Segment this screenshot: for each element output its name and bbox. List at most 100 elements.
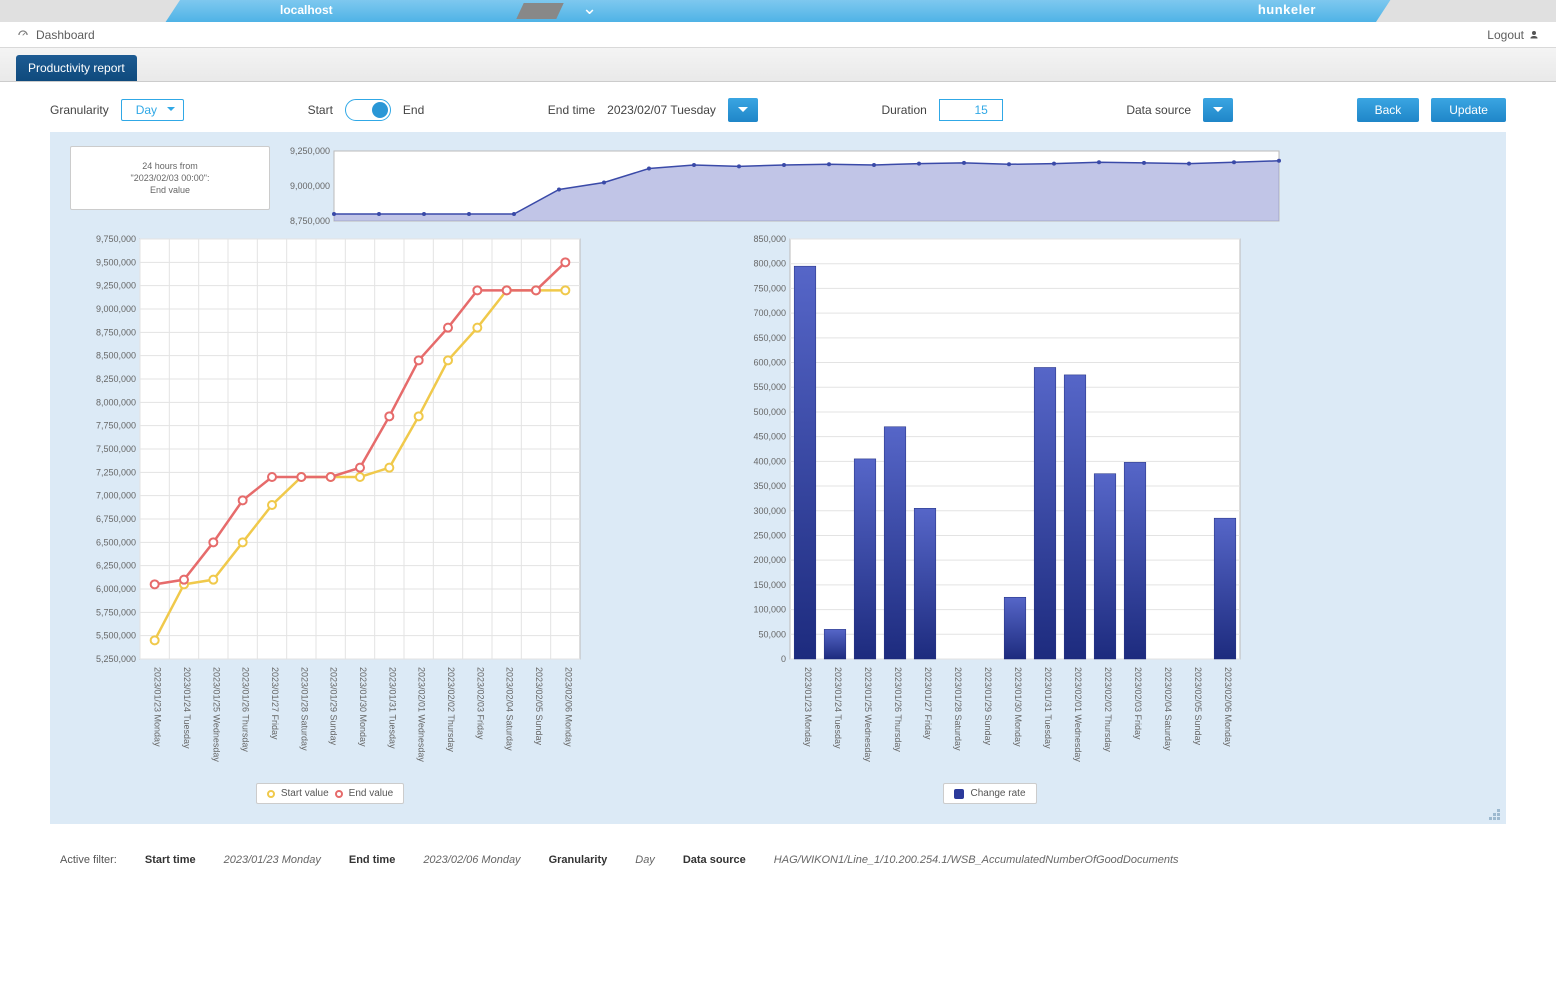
svg-text:100,000: 100,000: [753, 605, 786, 615]
svg-text:2023/02/01 Wednesday: 2023/02/01 Wednesday: [417, 667, 427, 762]
end-value-marker-icon: [335, 790, 343, 798]
svg-text:550,000: 550,000: [753, 382, 786, 392]
svg-text:6,000,000: 6,000,000: [96, 584, 136, 594]
resize-grip-icon[interactable]: [1488, 808, 1500, 820]
svg-text:9,750,000: 9,750,000: [96, 234, 136, 244]
logout-link[interactable]: Logout: [1487, 28, 1540, 42]
granularity-label: Granularity: [50, 103, 109, 117]
svg-text:9,250,000: 9,250,000: [96, 281, 136, 291]
svg-text:6,750,000: 6,750,000: [96, 514, 136, 524]
duration-label: Duration: [881, 103, 926, 117]
svg-text:2023/01/29 Sunday: 2023/01/29 Sunday: [329, 667, 339, 746]
footer-end-time-label: End time: [349, 854, 395, 866]
change-rate-bar-chart: 050,000100,000150,000200,000250,000300,0…: [730, 234, 1250, 774]
end-time-value: 2023/02/07 Tuesday: [607, 103, 716, 117]
svg-text:2023/02/04 Saturday: 2023/02/04 Saturday: [505, 667, 515, 751]
svg-text:2023/01/31 Tuesday: 2023/01/31 Tuesday: [1043, 667, 1053, 749]
svg-text:9,000,000: 9,000,000: [290, 181, 330, 191]
datasource-label: Data source: [1126, 103, 1191, 117]
svg-text:200,000: 200,000: [753, 555, 786, 565]
svg-text:5,750,000: 5,750,000: [96, 607, 136, 617]
update-button[interactable]: Update: [1431, 98, 1506, 122]
svg-text:2023/01/27 Friday: 2023/01/27 Friday: [923, 667, 933, 740]
active-filter-footer: Active filter: Start time 2023/01/23 Mon…: [0, 840, 1556, 880]
svg-text:6,250,000: 6,250,000: [96, 561, 136, 571]
bar-chart-legend: Change rate: [943, 783, 1036, 804]
footer-datasource-value: HAG/WIKON1/Line_1/10.200.254.1/WSB_Accum…: [774, 854, 1179, 866]
svg-text:2023/01/26 Thursday: 2023/01/26 Thursday: [241, 667, 251, 752]
gauge-icon: [16, 28, 30, 42]
svg-text:2023/02/01 Wednesday: 2023/02/01 Wednesday: [1073, 667, 1083, 762]
end-label: End: [403, 103, 424, 117]
svg-text:2023/01/25 Wednesday: 2023/01/25 Wednesday: [863, 667, 873, 762]
svg-text:300,000: 300,000: [753, 506, 786, 516]
svg-text:150,000: 150,000: [753, 580, 786, 590]
start-value-marker-icon: [267, 790, 275, 798]
chevron-down-icon[interactable]: ⌄: [582, 0, 597, 19]
charts-panel: 24 hours from "2023/02/03 00:00": End va…: [50, 132, 1506, 824]
svg-text:7,000,000: 7,000,000: [96, 491, 136, 501]
svg-text:9,250,000: 9,250,000: [290, 146, 330, 156]
svg-text:2023/01/28 Saturday: 2023/01/28 Saturday: [299, 667, 309, 751]
svg-text:8,500,000: 8,500,000: [96, 351, 136, 361]
line-chart-legend: Start value End value: [256, 783, 404, 804]
end-time-label: End time: [548, 103, 595, 117]
datasource-dropdown[interactable]: [1203, 98, 1233, 122]
svg-text:7,250,000: 7,250,000: [96, 467, 136, 477]
footer-granularity-value: Day: [635, 854, 655, 866]
svg-text:7,500,000: 7,500,000: [96, 444, 136, 454]
start-label: Start: [308, 103, 333, 117]
svg-text:250,000: 250,000: [753, 530, 786, 540]
footer-datasource-label: Data source: [683, 854, 746, 866]
svg-text:8,250,000: 8,250,000: [96, 374, 136, 384]
svg-text:2023/01/30 Monday: 2023/01/30 Monday: [1013, 667, 1023, 747]
duration-input[interactable]: 15: [939, 99, 1003, 121]
footer-granularity-label: Granularity: [549, 854, 608, 866]
svg-text:9,000,000: 9,000,000: [96, 304, 136, 314]
back-button[interactable]: Back: [1357, 98, 1420, 122]
svg-text:7,750,000: 7,750,000: [96, 421, 136, 431]
start-end-line-chart: 5,250,0005,500,0005,750,0006,000,0006,25…: [70, 234, 590, 774]
svg-text:2023/01/24 Tuesday: 2023/01/24 Tuesday: [833, 667, 843, 749]
svg-text:700,000: 700,000: [753, 308, 786, 318]
overview-chart: 8,750,000 9,000,000 9,250,000: [284, 146, 1284, 226]
svg-text:2023/01/25 Wednesday: 2023/01/25 Wednesday: [211, 667, 221, 762]
svg-text:5,250,000: 5,250,000: [96, 654, 136, 664]
svg-text:8,750,000: 8,750,000: [290, 216, 330, 226]
info-box: 24 hours from "2023/02/03 00:00": End va…: [70, 146, 270, 210]
host-label: localhost: [280, 3, 333, 17]
end-time-dropdown[interactable]: [728, 98, 758, 122]
svg-text:500,000: 500,000: [753, 407, 786, 417]
svg-text:6,500,000: 6,500,000: [96, 537, 136, 547]
granularity-select[interactable]: Day: [121, 99, 184, 121]
svg-text:750,000: 750,000: [753, 283, 786, 293]
svg-text:2023/01/30 Monday: 2023/01/30 Monday: [358, 667, 368, 747]
start-end-toggle[interactable]: [345, 99, 391, 121]
active-filter-label: Active filter:: [60, 854, 117, 866]
dashboard-link[interactable]: Dashboard: [16, 28, 95, 42]
svg-text:2023/02/02 Thursday: 2023/02/02 Thursday: [1103, 667, 1113, 752]
footer-end-time-value: 2023/02/06 Monday: [423, 854, 520, 866]
svg-text:2023/02/05 Sunday: 2023/02/05 Sunday: [1193, 667, 1203, 746]
svg-text:450,000: 450,000: [753, 432, 786, 442]
tab-placeholder-icon: [516, 3, 563, 19]
top-banner: localhost ⌄ hunkeler: [0, 0, 1556, 22]
user-icon: [1528, 29, 1540, 41]
footer-start-time-value: 2023/01/23 Monday: [224, 854, 321, 866]
breadcrumb-row: Dashboard Logout: [0, 22, 1556, 48]
svg-text:2023/01/29 Sunday: 2023/01/29 Sunday: [983, 667, 993, 746]
svg-text:2023/01/23 Monday: 2023/01/23 Monday: [153, 667, 163, 747]
tab-productivity-report[interactable]: Productivity report: [16, 55, 137, 81]
tab-bar: Productivity report: [0, 48, 1556, 82]
filter-controls: Granularity Day Start End End time 2023/…: [50, 98, 1506, 122]
svg-text:2023/02/06 Monday: 2023/02/06 Monday: [1223, 667, 1233, 747]
svg-text:8,750,000: 8,750,000: [96, 327, 136, 337]
svg-text:650,000: 650,000: [753, 333, 786, 343]
svg-text:9,500,000: 9,500,000: [96, 257, 136, 267]
svg-text:2023/02/05 Sunday: 2023/02/05 Sunday: [534, 667, 544, 746]
svg-text:2023/02/04 Saturday: 2023/02/04 Saturday: [1163, 667, 1173, 751]
svg-text:600,000: 600,000: [753, 358, 786, 368]
svg-text:800,000: 800,000: [753, 259, 786, 269]
svg-text:2023/01/24 Tuesday: 2023/01/24 Tuesday: [182, 667, 192, 749]
svg-text:2023/01/28 Saturday: 2023/01/28 Saturday: [953, 667, 963, 751]
